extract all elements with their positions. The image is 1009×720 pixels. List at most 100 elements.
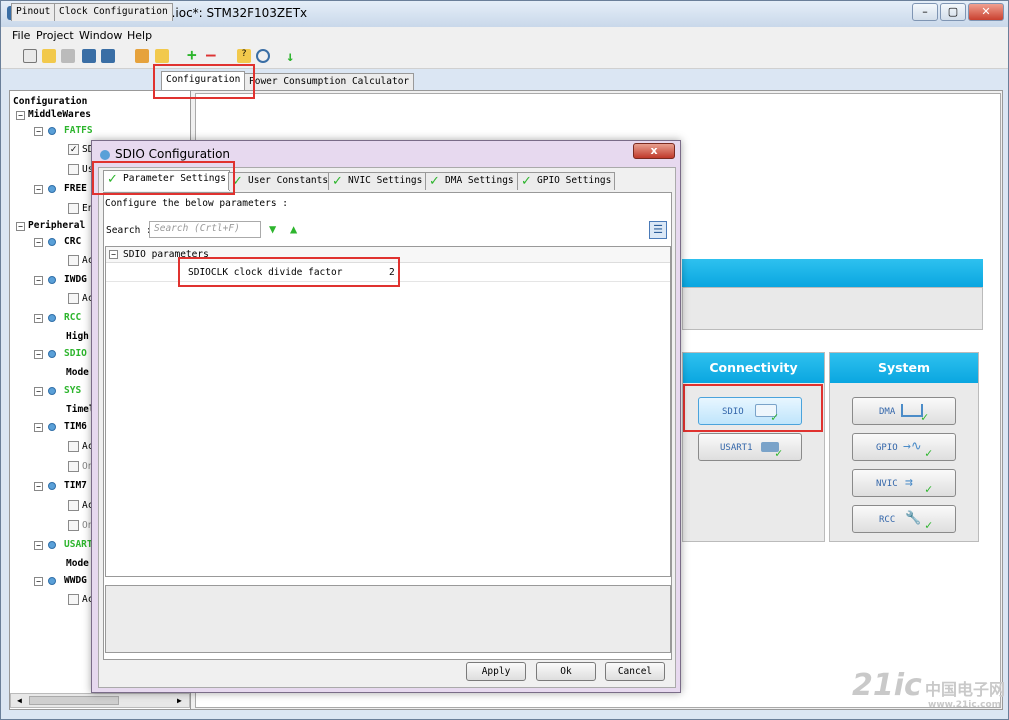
collapse-icon[interactable]: − xyxy=(34,185,43,194)
collapse-icon[interactable]: − xyxy=(34,577,43,586)
menu-file[interactable]: File xyxy=(12,29,30,42)
minimize-button[interactable]: – xyxy=(912,3,938,21)
scroll-left-icon[interactable]: ◀ xyxy=(17,696,22,705)
tree-sys[interactable]: SYS xyxy=(64,385,81,396)
close-button[interactable]: ✕ xyxy=(968,3,1004,21)
tree-usart[interactable]: USART xyxy=(64,539,93,550)
new-icon[interactable] xyxy=(23,49,37,63)
menu-bar: File Project Window Help xyxy=(1,27,1008,45)
list-view-icon[interactable]: ☰ xyxy=(649,221,667,239)
tree-freertos[interactable]: FREE xyxy=(64,183,87,194)
collapse-icon[interactable]: − xyxy=(34,387,43,396)
nvic-config-button[interactable]: NVIC ⇉ ✓ xyxy=(852,469,956,497)
tab-pinout[interactable]: Pinout xyxy=(11,3,56,21)
tree-iwdg[interactable]: IWDG xyxy=(64,274,87,285)
menu-window[interactable]: Window xyxy=(79,29,122,42)
usart1-config-button[interactable]: USART1 ✓ xyxy=(698,433,802,461)
dialog-close-button[interactable]: x xyxy=(633,143,675,159)
dialog-body: ✓ Parameter Settings ✓ User Constants ✓ NVI… xyxy=(98,167,676,688)
tree-tim6[interactable]: TIM6 xyxy=(64,421,87,432)
tree-horizontal-scrollbar[interactable]: ◀ ▶ xyxy=(10,693,190,708)
checkbox[interactable] xyxy=(68,441,79,452)
collapse-icon[interactable]: − xyxy=(34,350,43,359)
dma-config-button[interactable]: DMA ✓ xyxy=(852,397,956,425)
tree-rcc-high[interactable]: High xyxy=(66,331,89,342)
report-icon[interactable] xyxy=(155,49,169,63)
tree-wwdg[interactable]: WWDG xyxy=(64,575,87,586)
collapse-icon[interactable]: − xyxy=(16,111,25,120)
generate-code-icon[interactable] xyxy=(135,49,149,63)
search-label: Search : xyxy=(106,225,152,236)
scroll-thumb[interactable] xyxy=(29,696,119,705)
tree-rcc[interactable]: RCC xyxy=(64,312,81,323)
check-icon: ✓ xyxy=(332,174,343,189)
nvic-label: NVIC xyxy=(876,479,898,489)
scroll-right-icon[interactable]: ▶ xyxy=(177,696,182,705)
save-as-icon[interactable] xyxy=(101,49,115,63)
tab-power-consumption[interactable]: Power Consumption Calculator xyxy=(244,73,415,91)
collapse-icon[interactable]: − xyxy=(34,276,43,285)
tab-clock-configuration[interactable]: Clock Configuration xyxy=(54,3,173,21)
search-up-icon[interactable]: ▲ xyxy=(290,222,297,236)
search-icon[interactable] xyxy=(256,49,270,63)
search-down-icon[interactable]: ▼ xyxy=(269,222,276,236)
collapse-icon[interactable]: − xyxy=(34,127,43,136)
collapse-icon[interactable]: − xyxy=(34,238,43,247)
checkbox[interactable] xyxy=(68,164,79,175)
collapse-icon[interactable]: − xyxy=(34,314,43,323)
checkbox[interactable] xyxy=(68,203,79,214)
tree-sdio[interactable]: SDIO xyxy=(64,348,87,359)
dialog-title: SDIO Configuration xyxy=(115,147,231,161)
collapse-icon[interactable]: − xyxy=(34,541,43,550)
checkbox[interactable] xyxy=(68,520,79,531)
gear-icon xyxy=(48,423,56,431)
cancel-button[interactable]: Cancel xyxy=(605,662,665,681)
checkbox[interactable] xyxy=(68,500,79,511)
dma-icon xyxy=(901,404,923,417)
add-icon[interactable]: + xyxy=(187,47,201,63)
apply-button[interactable]: Apply xyxy=(466,662,526,681)
help-icon[interactable]: ? xyxy=(237,49,251,63)
tab-gpio-settings[interactable]: ✓ GPIO Settings xyxy=(517,172,616,190)
tab-nvic-settings[interactable]: ✓ NVIC Settings xyxy=(328,172,427,190)
checkbox[interactable] xyxy=(68,293,79,304)
gear-icon xyxy=(48,314,56,322)
tree-sdio-mode[interactable]: Mode xyxy=(66,367,89,378)
collapse-icon[interactable]: − xyxy=(34,423,43,432)
tree-crc[interactable]: CRC xyxy=(64,236,81,247)
tab-user-constants[interactable]: ✓ User Constants xyxy=(228,172,333,190)
checkbox-checked[interactable]: ✓ xyxy=(68,144,79,155)
tree-tim7[interactable]: TIM7 xyxy=(64,480,87,491)
gear-icon xyxy=(100,150,110,160)
checkbox[interactable] xyxy=(68,594,79,605)
checkbox[interactable] xyxy=(68,461,79,472)
restore-button[interactable]: ▢ xyxy=(940,3,966,21)
gpio-config-button[interactable]: GPIO →∿ ✓ xyxy=(852,433,956,461)
ok-button[interactable]: Ok xyxy=(536,662,596,681)
save-icon[interactable] xyxy=(82,49,96,63)
search-input[interactable]: Search (Crtl+F) xyxy=(149,221,261,238)
rcc-config-button[interactable]: RCC 🔧 ✓ xyxy=(852,505,956,533)
menu-project[interactable]: Project xyxy=(36,29,74,42)
tree-peripherals[interactable]: Peripheral xyxy=(28,220,85,231)
watermark-url: www.21ic.com xyxy=(928,700,1002,710)
checkbox[interactable] xyxy=(68,255,79,266)
remove-icon[interactable]: – xyxy=(206,47,220,63)
tab-label: User Constants xyxy=(248,175,329,186)
menu-help[interactable]: Help xyxy=(127,29,152,42)
collapse-icon[interactable]: − xyxy=(16,222,25,231)
watermark-cn: 中国电子网 xyxy=(925,680,1006,699)
open-folder-icon[interactable] xyxy=(42,49,56,63)
collapse-icon[interactable]: − xyxy=(34,482,43,491)
download-arrow-icon[interactable]: ↓ xyxy=(286,49,300,65)
check-icon: ✓ xyxy=(775,446,783,460)
tab-label: GPIO Settings xyxy=(537,175,612,186)
tab-dma-settings[interactable]: ✓ DMA Settings xyxy=(425,172,518,190)
check-icon: ✓ xyxy=(925,446,933,460)
tree-middlewares[interactable]: MiddleWares xyxy=(28,109,91,120)
tree-fatfs[interactable]: FATFS xyxy=(64,125,93,136)
system-panel: System DMA ✓ GPIO →∿ ✓ NVIC ⇉ ✓ RCC 🔧 ✓ xyxy=(829,352,979,542)
collapse-icon[interactable]: − xyxy=(109,250,118,259)
tree-usart-mode[interactable]: Mode xyxy=(66,558,89,569)
copy-icon[interactable] xyxy=(61,49,75,63)
